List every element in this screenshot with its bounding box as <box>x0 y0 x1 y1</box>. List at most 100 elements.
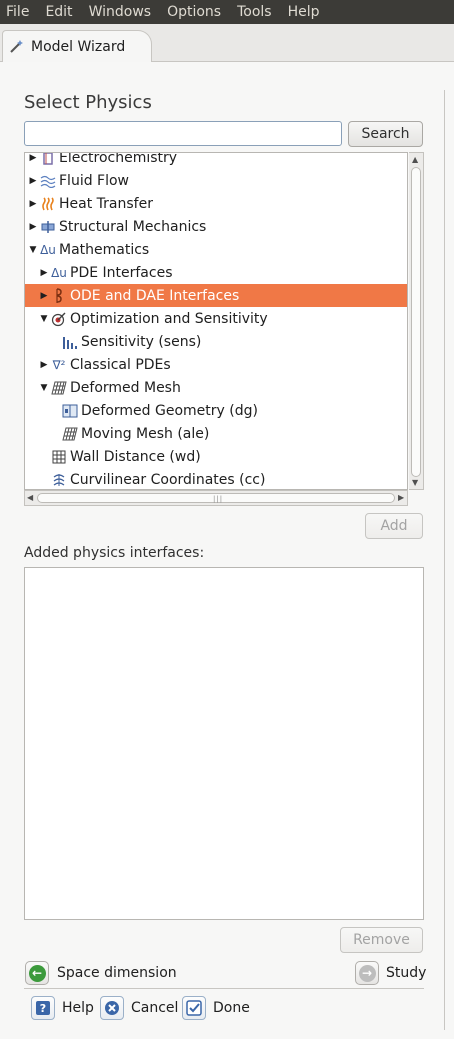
menu-options[interactable]: Options <box>159 0 229 24</box>
cancel-button[interactable] <box>100 996 124 1020</box>
remove-button[interactable]: Remove <box>340 927 423 953</box>
collapsed-arrow-icon[interactable]: ▶ <box>38 360 50 370</box>
added-interfaces-label: Added physics interfaces: <box>24 545 205 561</box>
menu-edit[interactable]: Edit <box>37 0 80 24</box>
help-icon: ? <box>36 1001 50 1015</box>
scroll-down-icon[interactable]: ▼ <box>412 478 418 487</box>
next-label[interactable]: Study <box>386 965 426 981</box>
tree-item-label: Fluid Flow <box>59 172 129 189</box>
wall-distance-icon <box>50 449 68 465</box>
divider <box>24 988 424 989</box>
electrochemistry-icon <box>39 153 57 166</box>
help-label[interactable]: Help <box>62 1000 94 1016</box>
back-label[interactable]: Space dimension <box>57 965 177 981</box>
tree-item-electrochemistry[interactable]: ▶ Electrochemistry <box>25 152 407 169</box>
tree-vertical-scrollbar[interactable]: ▲ ▼ <box>409 152 424 490</box>
collapsed-arrow-icon[interactable]: ▶ <box>38 291 50 301</box>
menu-file[interactable]: File <box>0 0 37 24</box>
deformed-geometry-icon <box>61 403 79 419</box>
add-button[interactable]: Add <box>365 513 423 539</box>
cancel-label[interactable]: Cancel <box>131 1000 178 1016</box>
tree-item-label: Classical PDEs <box>70 356 171 373</box>
tree-item-deformed-mesh[interactable]: ▼ Deformed Mesh <box>25 376 407 399</box>
tree-item-ode-dae-interfaces[interactable]: ▶ ODE and DAE Interfaces <box>25 284 407 307</box>
mathematics-icon: Δu <box>40 242 56 257</box>
tree-horizontal-scrollbar[interactable]: ◀ ||| ▶ <box>24 490 408 506</box>
panel-divider <box>444 90 445 1030</box>
optimization-icon <box>50 311 68 327</box>
grip-icon: ||| <box>213 495 224 503</box>
tree-item-moving-mesh[interactable]: Moving Mesh (ale) <box>25 422 407 445</box>
tree-item-label: Sensitivity (sens) <box>81 333 202 350</box>
tree-item-label: Structural Mechanics <box>59 218 207 235</box>
pde-interfaces-icon: Δu <box>51 265 67 280</box>
heat-transfer-icon <box>39 196 57 212</box>
tree-item-label: Curvilinear Coordinates (cc) <box>70 471 266 488</box>
tree-item-label: Wall Distance (wd) <box>70 448 201 465</box>
tree-item-optimization-sensitivity[interactable]: ▼ Optimization and Sensitivity <box>25 307 407 330</box>
scroll-up-icon[interactable]: ▲ <box>412 155 418 164</box>
collapsed-arrow-icon[interactable]: ▶ <box>27 176 39 186</box>
scroll-right-icon[interactable]: ▶ <box>398 493 404 502</box>
svg-text:?: ? <box>40 1002 46 1015</box>
tree-item-pde-interfaces[interactable]: ▶ Δu PDE Interfaces <box>25 261 407 284</box>
page-title: Select Physics <box>24 92 152 113</box>
tree-item-label: Moving Mesh (ale) <box>81 425 210 442</box>
wand-icon <box>7 39 25 55</box>
horizontal-scroll-thumb[interactable]: ||| <box>37 493 395 503</box>
tab-strip: Model Wizard <box>0 24 454 63</box>
menubar: File Edit Windows Options Tools Help <box>0 0 454 24</box>
back-button[interactable]: ← <box>25 961 49 985</box>
added-interfaces-list[interactable] <box>24 567 424 920</box>
checkmark-icon <box>186 1000 202 1016</box>
scroll-left-icon[interactable]: ◀ <box>27 493 33 502</box>
deformed-mesh-icon <box>50 380 68 396</box>
ode-dae-icon <box>50 287 68 304</box>
tree-item-label: Optimization and Sensitivity <box>70 310 268 327</box>
tree-item-label: Heat Transfer <box>59 195 153 212</box>
tree-item-sensitivity[interactable]: Sensitivity (sens) <box>25 330 407 353</box>
tree-item-label: Mathematics <box>59 241 150 258</box>
classical-pdes-icon: ∇² <box>52 357 66 372</box>
tree-item-label: ODE and DAE Interfaces <box>70 287 240 304</box>
tree-item-curvilinear-coordinates[interactable]: Curvilinear Coordinates (cc) <box>25 468 407 489</box>
help-button[interactable]: ? <box>31 996 55 1020</box>
done-label[interactable]: Done <box>213 1000 250 1016</box>
tree-item-fluid-flow[interactable]: ▶ Fluid Flow <box>25 169 407 192</box>
tree-item-classical-pdes[interactable]: ▶ ∇² Classical PDEs <box>25 353 407 376</box>
tab-model-wizard[interactable]: Model Wizard <box>2 30 152 63</box>
structural-mechanics-icon <box>39 219 57 235</box>
collapsed-arrow-icon[interactable]: ▶ <box>38 268 50 278</box>
expanded-arrow-icon[interactable]: ▼ <box>27 245 39 255</box>
next-button[interactable]: → <box>355 961 379 985</box>
tree-item-label: Electrochemistry <box>59 152 178 166</box>
physics-tree[interactable]: ▶ Electrochemistry ▶ Fluid Flow ▶ Heat T… <box>24 152 408 490</box>
tab-label: Model Wizard <box>31 39 126 55</box>
tree-item-label: Deformed Mesh <box>70 379 181 396</box>
arrow-left-icon: ← <box>28 964 46 982</box>
search-input[interactable] <box>24 121 342 146</box>
tree-item-deformed-geometry[interactable]: Deformed Geometry (dg) <box>25 399 407 422</box>
tree-item-mathematics[interactable]: ▼ Δu Mathematics <box>25 238 407 261</box>
arrow-right-icon: → <box>358 964 376 982</box>
menu-tools[interactable]: Tools <box>229 0 280 24</box>
vertical-scroll-thumb[interactable] <box>411 167 421 477</box>
cancel-icon <box>105 1001 119 1015</box>
collapsed-arrow-icon[interactable]: ▶ <box>27 222 39 232</box>
tree-item-wall-distance[interactable]: Wall Distance (wd) <box>25 445 407 468</box>
tree-item-structural-mechanics[interactable]: ▶ Structural Mechanics <box>25 215 407 238</box>
moving-mesh-icon <box>61 426 79 442</box>
curvilinear-coordinates-icon <box>50 472 68 488</box>
collapsed-arrow-icon[interactable]: ▶ <box>27 153 39 163</box>
fluid-flow-icon <box>39 173 57 189</box>
menu-help[interactable]: Help <box>280 0 328 24</box>
collapsed-arrow-icon[interactable]: ▶ <box>27 199 39 209</box>
search-button[interactable]: Search <box>348 121 423 147</box>
menu-windows[interactable]: Windows <box>81 0 160 24</box>
expanded-arrow-icon[interactable]: ▼ <box>38 314 50 324</box>
tree-item-heat-transfer[interactable]: ▶ Heat Transfer <box>25 192 407 215</box>
tree-item-label: PDE Interfaces <box>70 264 173 281</box>
tree-item-label: Deformed Geometry (dg) <box>81 402 258 419</box>
expanded-arrow-icon[interactable]: ▼ <box>38 383 50 393</box>
done-button[interactable] <box>182 996 206 1020</box>
